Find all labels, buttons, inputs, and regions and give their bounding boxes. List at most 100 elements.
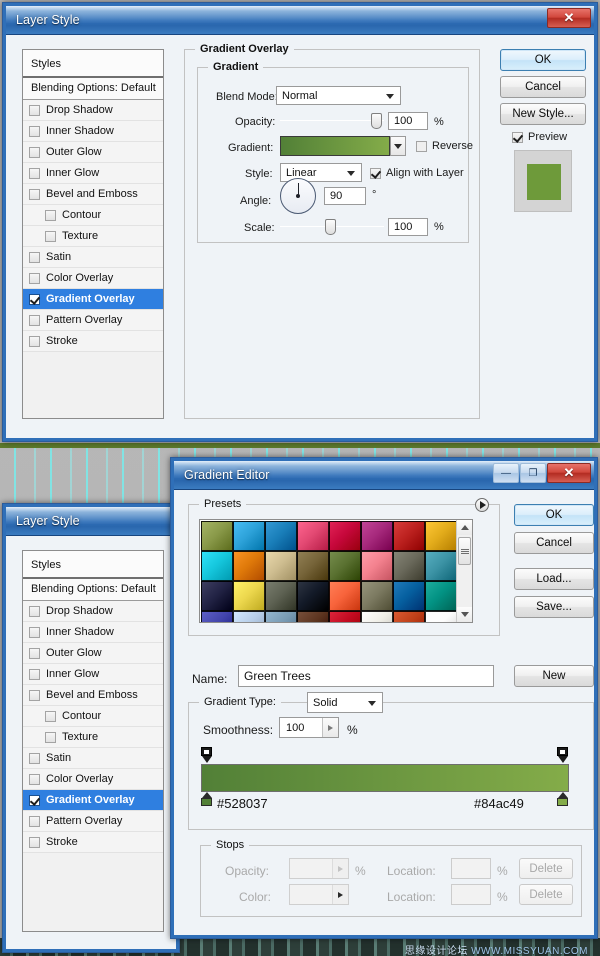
preset-swatch[interactable]: [233, 611, 265, 622]
preset-swatch[interactable]: [297, 611, 329, 622]
gradient-dropdown-button[interactable]: [390, 136, 406, 156]
scrollbar-thumb[interactable]: [458, 537, 471, 565]
checkbox-box[interactable]: [29, 689, 40, 701]
preset-swatch[interactable]: [361, 611, 393, 622]
titlebar-buttons[interactable]: ✕: [547, 8, 591, 28]
stops-color-stepper[interactable]: [332, 885, 348, 904]
checkbox-box[interactable]: [45, 209, 56, 221]
preset-swatch[interactable]: [361, 521, 393, 551]
sidebar-item-drop-shadow[interactable]: Drop Shadow: [23, 601, 163, 622]
sidebar-item-satin[interactable]: Satin: [23, 247, 163, 268]
sidebar-item-blending-options[interactable]: Blending Options: Default: [23, 579, 163, 601]
sidebar-item-bevel-and-emboss[interactable]: Bevel and Emboss: [23, 685, 163, 706]
scale-slider[interactable]: [280, 218, 384, 236]
preset-swatch[interactable]: [393, 521, 425, 551]
preset-swatch[interactable]: [233, 521, 265, 551]
checkbox-box[interactable]: [29, 272, 40, 284]
styles-list-items[interactable]: Drop Shadow Inner Shadow Outer Glow Inner G…: [23, 601, 163, 923]
opacity-location-input[interactable]: [451, 858, 491, 879]
sidebar-item-stroke[interactable]: Stroke: [23, 331, 163, 352]
checkbox-box[interactable]: [29, 335, 40, 347]
save-button[interactable]: Save...: [514, 596, 594, 618]
preset-swatch[interactable]: [201, 551, 233, 581]
checkbox-box[interactable]: [29, 626, 40, 638]
checkbox-box[interactable]: [29, 125, 40, 137]
sidebar-item-color-overlay[interactable]: Color Overlay: [23, 268, 163, 289]
preset-swatch[interactable]: [425, 521, 457, 551]
opacity-input[interactable]: 100: [388, 112, 428, 130]
checkbox-box[interactable]: [45, 710, 56, 722]
sidebar-item-stroke[interactable]: Stroke: [23, 832, 163, 853]
preset-swatch[interactable]: [201, 611, 233, 622]
preset-swatch[interactable]: [425, 611, 457, 622]
gradient-editor-dialog[interactable]: Gradient Editor — ❐ ✕ Presets OK Cancel …: [170, 457, 598, 956]
sidebar-item-color-overlay[interactable]: Color Overlay: [23, 769, 163, 790]
preset-swatch[interactable]: [297, 521, 329, 551]
gradient-preview-bar[interactable]: [201, 764, 569, 792]
blend-mode-select[interactable]: Normal: [276, 86, 401, 105]
load-button[interactable]: Load...: [514, 568, 594, 590]
scale-input[interactable]: 100: [388, 218, 428, 236]
opacity-delete-button[interactable]: Delete: [519, 858, 573, 879]
presets-scrollbar[interactable]: [456, 520, 472, 622]
checkbox-box[interactable]: [29, 251, 40, 263]
titlebar-buttons[interactable]: — ❐ ✕: [493, 463, 591, 483]
preset-swatch[interactable]: [265, 551, 297, 581]
ok-button[interactable]: OK: [500, 49, 586, 71]
layer-style-dialog-bottom[interactable]: Layer Style Styles Blending Options: Def…: [2, 503, 180, 953]
smoothness-stepper[interactable]: [322, 718, 338, 737]
sidebar-item-satin[interactable]: Satin: [23, 748, 163, 769]
preset-swatch[interactable]: [297, 581, 329, 611]
sidebar-item-inner-shadow[interactable]: Inner Shadow: [23, 121, 163, 142]
close-icon[interactable]: ✕: [547, 463, 591, 483]
preset-swatch[interactable]: [265, 521, 297, 551]
sidebar-item-contour[interactable]: Contour: [23, 706, 163, 727]
preset-swatch[interactable]: [425, 551, 457, 581]
opacity-slider-thumb[interactable]: [371, 113, 382, 129]
titlebar-layer-style-bottom[interactable]: Layer Style: [6, 507, 176, 536]
preset-swatch[interactable]: [201, 521, 233, 551]
checkbox-box[interactable]: [29, 794, 40, 806]
sidebar-item-pattern-overlay[interactable]: Pattern Overlay: [23, 811, 163, 832]
opacity-slider[interactable]: [280, 112, 384, 130]
color-stop-left[interactable]: [201, 792, 212, 806]
sidebar-item-outer-glow[interactable]: Outer Glow: [23, 643, 163, 664]
titlebar-layer-style-top[interactable]: Layer Style ✕: [6, 6, 594, 35]
scale-slider-thumb[interactable]: [325, 219, 336, 235]
new-style-button[interactable]: New Style...: [500, 103, 586, 125]
smoothness-input[interactable]: 100: [279, 717, 339, 738]
gradient-type-select[interactable]: Solid: [307, 692, 383, 713]
preset-swatch[interactable]: [329, 611, 361, 622]
preset-swatch[interactable]: [297, 551, 329, 581]
preview-checkbox[interactable]: Preview: [512, 131, 567, 143]
preset-swatch[interactable]: [201, 581, 233, 611]
angle-input[interactable]: 90: [324, 187, 366, 205]
checkbox-box[interactable]: [29, 188, 40, 200]
styles-list-items[interactable]: Drop Shadow Inner Shadow Outer Glow Inner G…: [23, 100, 163, 418]
new-button[interactable]: New: [514, 665, 594, 687]
minimize-icon[interactable]: —: [493, 463, 519, 483]
gradient-name-input[interactable]: Green Trees: [238, 665, 494, 687]
checkbox-box[interactable]: [29, 815, 40, 827]
checkbox-box[interactable]: [29, 293, 40, 305]
sidebar-item-gradient-overlay[interactable]: Gradient Overlay: [23, 790, 163, 811]
checkbox-box[interactable]: [29, 104, 40, 116]
styles-list-bottom[interactable]: Styles Blending Options: Default Drop Sh…: [22, 550, 164, 932]
sidebar-item-outer-glow[interactable]: Outer Glow: [23, 142, 163, 163]
color-location-input[interactable]: [451, 884, 491, 905]
preset-swatch[interactable]: [265, 611, 297, 622]
checkbox-box[interactable]: [45, 731, 56, 743]
checkbox-box[interactable]: [29, 836, 40, 848]
cancel-button[interactable]: Cancel: [514, 532, 594, 554]
preset-swatch[interactable]: [233, 581, 265, 611]
reverse-checkbox[interactable]: Reverse: [416, 140, 473, 152]
preset-swatch[interactable]: [393, 611, 425, 622]
preset-swatch[interactable]: [329, 551, 361, 581]
checkbox-box[interactable]: [45, 230, 56, 242]
opacity-stop-right[interactable]: [557, 747, 568, 763]
opacity-stop-left[interactable]: [201, 747, 212, 763]
scroll-down-icon[interactable]: [457, 607, 472, 622]
presets-panel[interactable]: [199, 519, 473, 623]
checkbox-box[interactable]: [29, 605, 40, 617]
sidebar-item-gradient-overlay[interactable]: Gradient Overlay: [23, 289, 163, 310]
